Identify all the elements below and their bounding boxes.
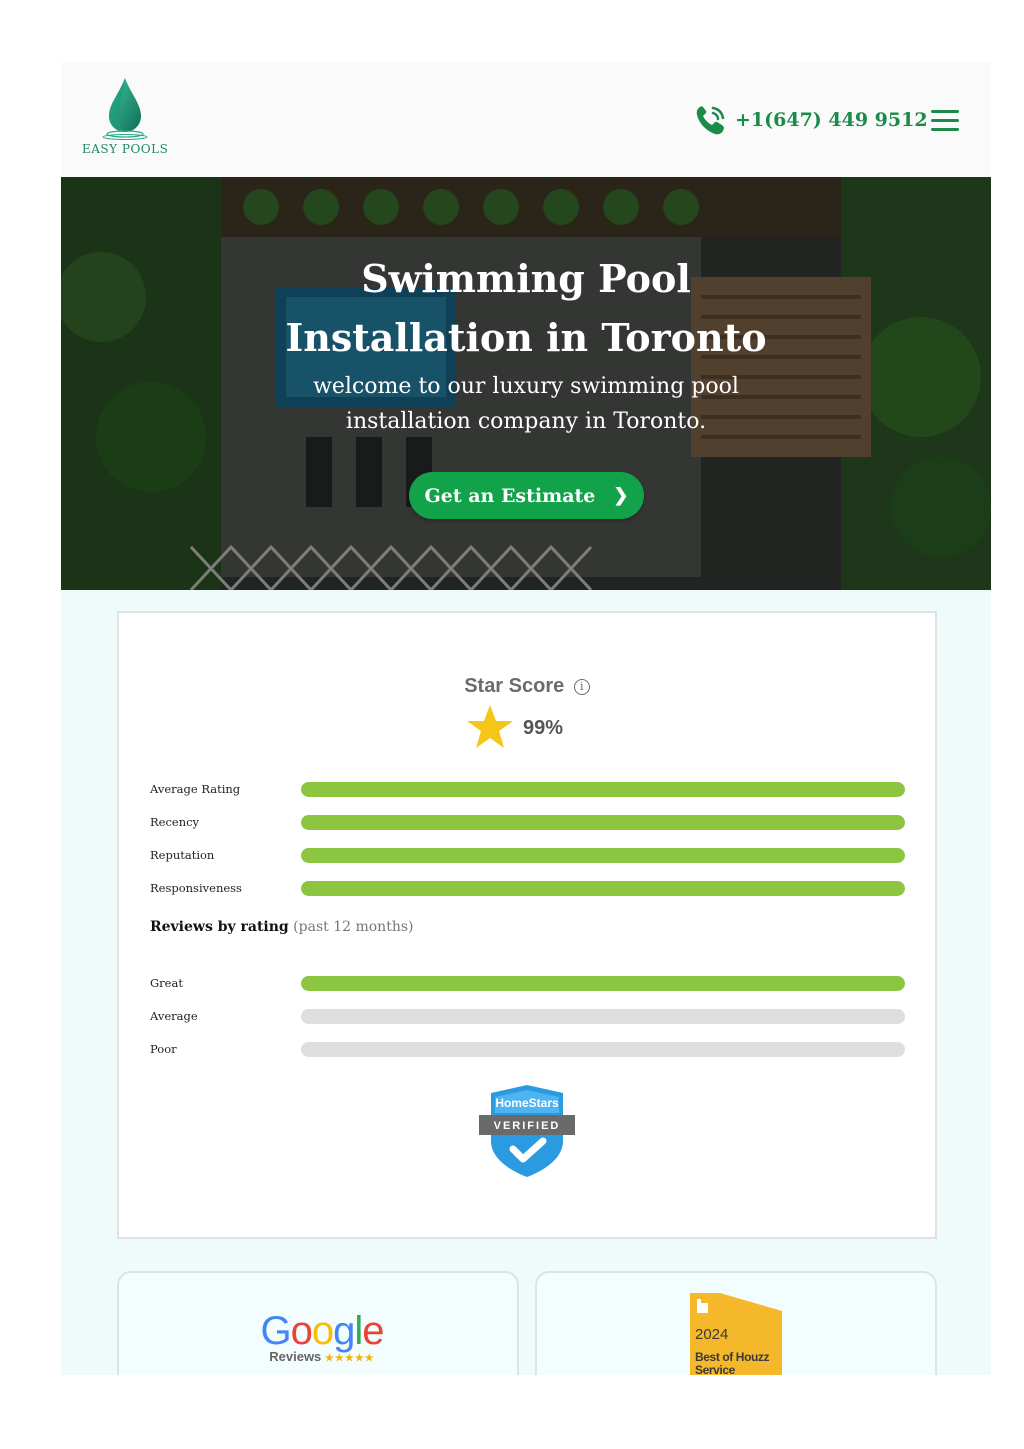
water-drop-logo-icon: [102, 78, 148, 140]
metric-bar: [301, 848, 905, 863]
metric-bar: [301, 881, 905, 896]
reviews-heading-label: Reviews by rating: [150, 919, 289, 935]
rating-bar: [301, 1009, 905, 1024]
rating-label: Poor: [150, 1042, 177, 1056]
rating-bar: [301, 976, 905, 991]
hamburger-menu-button[interactable]: [931, 106, 961, 134]
star-score-value: 99%: [465, 703, 595, 753]
google-sub-text: Reviews: [269, 1349, 322, 1364]
hero-section: Swimming Pool Installation in Toronto we…: [61, 177, 991, 590]
metric-bar-fill: [301, 881, 905, 896]
info-icon[interactable]: i: [573, 679, 590, 695]
phone-link[interactable]: +1(647) 449 9512: [693, 102, 928, 138]
rating-label: Great: [150, 976, 183, 990]
metric-bar: [301, 815, 905, 830]
metric-label: Average Rating: [150, 782, 241, 796]
site-container: EASY POOLS +1(647) 449 9512 Swimming Poo…: [61, 62, 991, 1375]
rating-label: Average: [150, 1009, 198, 1023]
google-reviews-card[interactable]: Google Reviews ★★★★★: [117, 1271, 519, 1375]
hero-subtitle: welcome to our luxury swimming pool inst…: [313, 374, 739, 434]
chevron-right-icon: ❯: [613, 485, 629, 506]
logo-text: EASY POOLS: [82, 142, 169, 156]
houzz-year: 2024: [695, 1326, 729, 1343]
menu-line: [931, 110, 959, 113]
metric-bar-fill: [301, 848, 905, 863]
metric-label: Recency: [150, 815, 200, 829]
houzz-award-text: Best of Houzz Service: [695, 1350, 770, 1376]
reviews-by-rating-heading: Reviews by rating (past 12 months): [150, 919, 413, 935]
metric-bar-fill: [301, 815, 905, 830]
star-score-percent: 99%: [523, 716, 564, 739]
google-reviews-label: Reviews ★★★★★: [257, 1349, 387, 1364]
google-reviews-logo: Google Reviews ★★★★★: [257, 1309, 387, 1364]
star-score-title: Star Score i: [119, 675, 935, 698]
badge-verified: VERIFIED: [494, 1120, 561, 1132]
houzz-award-card[interactable]: 2024 Best of Houzz Service: [535, 1271, 937, 1375]
metric-bar-fill: [301, 782, 905, 797]
google-stars: ★★★★★: [324, 1353, 375, 1364]
star-score-label: Star Score: [464, 675, 565, 697]
hero-title: Swimming Pool Installation in Toronto: [285, 256, 767, 360]
get-estimate-button[interactable]: Get an Estimate ❯: [409, 472, 644, 519]
metric-bar: [301, 782, 905, 797]
hero-content: Swimming Pool Installation in Toronto we…: [61, 177, 991, 590]
reviews-period: (past 12 months): [293, 919, 414, 935]
phone-icon: [696, 106, 725, 135]
homestars-score-card: Star Score i 99% Average Rating Recency …: [117, 611, 937, 1239]
star-icon: [467, 705, 513, 748]
metric-label: Reputation: [150, 848, 215, 862]
menu-line: [931, 119, 959, 122]
rating-bar-fill: [301, 976, 905, 991]
google-wordmark: Google: [260, 1309, 384, 1353]
badge-brand: HomeStars: [495, 1096, 559, 1110]
rating-bar: [301, 1042, 905, 1057]
site-header: EASY POOLS +1(647) 449 9512: [61, 62, 991, 177]
logo[interactable]: EASY POOLS: [82, 76, 168, 162]
metric-label: Responsiveness: [150, 881, 242, 895]
phone-number: +1(647) 449 9512: [735, 109, 928, 131]
get-estimate-label: Get an Estimate: [424, 484, 596, 507]
menu-line: [931, 128, 959, 131]
homestars-verified-badge[interactable]: HomeStars VERIFIED: [477, 1083, 577, 1179]
